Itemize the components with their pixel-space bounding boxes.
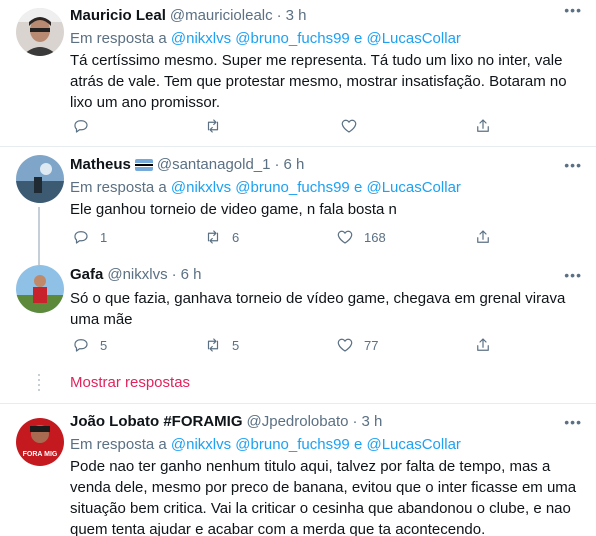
mention-link[interactable]: @LucasCollar [366,30,460,47]
tweet-text: Pode nao ter ganho nenhum titulo aqui, t… [70,458,577,536]
tweet-gafa[interactable]: Gafa @nikxlvs · 6 h Só o que fazia, ganh… [0,265,596,365]
reply-count: 5 [100,337,108,353]
tweet-text: Tá certíssimo mesmo. Super me representa… [70,52,567,111]
tweet-joao[interactable]: FORA MIG João Lobato #FORAMIG @Jpedrolob… [0,404,596,536]
more-icon[interactable]: ••• [564,2,582,18]
avatar[interactable] [16,155,64,203]
like-icon [341,119,357,133]
reply-icon [74,231,88,244]
mention-link[interactable]: @bruno_fuchs99 [235,179,349,196]
avatar[interactable]: FORA MIG [16,418,64,466]
share-icon [477,338,489,351]
like-button[interactable]: 168 [336,227,386,247]
thread-ellipsis-line [38,374,40,394]
mention-conjunction: e [353,30,363,47]
tweet-actions: 1 6 168 [70,227,530,247]
reply-context: Em resposta a @nikxlvs @bruno_fuchs99 e … [70,434,586,456]
mention-link[interactable]: @bruno_fuchs99 [235,436,349,453]
separator-dot: · [276,7,282,24]
like-count: 77 [364,337,379,353]
like-count: 168 [364,229,386,245]
retweet-icon [207,230,219,244]
like-icon [337,338,353,352]
retweet-count: 5 [232,337,240,353]
share-icon [477,230,489,243]
retweet-button[interactable] [204,116,232,136]
retweet-icon [207,119,219,133]
mention-link[interactable]: @LucasCollar [366,179,460,196]
retweet-icon [207,338,219,352]
reply-icon [74,339,88,352]
timestamp[interactable]: 6 h [181,265,202,285]
retweet-button[interactable]: 6 [204,227,239,247]
mention-link[interactable]: @bruno_fuchs99 [235,30,349,47]
separator-dot: · [352,413,358,430]
username[interactable]: @mauriciolealc [170,6,273,26]
tweet-mauricio[interactable]: Mauricio Leal @mauriciolealc · 3 h Em re… [0,0,596,146]
display-name[interactable]: João Lobato #FORAMIG [70,412,243,432]
username[interactable]: @santanagold_1 [157,155,271,175]
username[interactable]: @Jpedrolobato [247,412,349,432]
more-icon[interactable]: ••• [564,414,582,430]
reply-context: Em resposta a @nikxlvs @bruno_fuchs99 e … [70,28,586,50]
reply-prefix: Em resposta a [70,179,167,196]
share-button[interactable] [474,227,492,247]
display-name[interactable]: Matheus [70,155,131,175]
reply-button[interactable]: 1 [72,227,107,247]
thread-line [38,207,40,265]
reply-prefix: Em resposta a [70,436,167,453]
timestamp[interactable]: 3 h [361,412,382,432]
reply-count: 1 [100,229,108,245]
reply-prefix: Em resposta a [70,30,167,47]
like-icon [337,230,353,244]
show-replies-link[interactable]: Mostrar respostas [70,374,190,391]
retweet-count: 6 [232,229,240,245]
reply-button[interactable] [72,116,100,136]
tweet-text: Ele ganhou torneio de video game, n fala… [70,201,397,218]
reply-button[interactable]: 5 [72,335,107,355]
tweet-actions [70,116,530,136]
timestamp[interactable]: 3 h [286,6,307,26]
reply-icon [74,120,88,133]
like-button[interactable]: 77 [336,335,378,355]
more-icon[interactable]: ••• [564,157,582,173]
like-button[interactable] [340,116,368,136]
separator-dot: · [274,156,280,173]
mention-link[interactable]: @nikxlvs [171,179,231,196]
reply-context: Em resposta a @nikxlvs @bruno_fuchs99 e … [70,177,586,199]
mention-link[interactable]: @nikxlvs [171,30,231,47]
avatar-text: FORA MIG [23,451,58,458]
mention-conjunction: e [353,179,363,196]
mention-link[interactable]: @nikxlvs [171,436,231,453]
tweet-matheus[interactable]: Matheus @santanagold_1 · 6 h Em resposta… [0,147,596,265]
avatar[interactable] [16,265,64,313]
share-icon [477,119,489,132]
conversation-timeline: Mauricio Leal @mauriciolealc · 3 h Em re… [0,0,596,536]
display-name[interactable]: Mauricio Leal [70,6,166,26]
tweet-text: Só o que fazia, ganhava torneio de vídeo… [70,290,566,328]
separator-dot: · [171,266,177,283]
avatar[interactable] [16,8,64,56]
share-button[interactable] [474,335,492,355]
timestamp[interactable]: 6 h [284,155,305,175]
username[interactable]: @nikxlvs [107,265,167,285]
mention-link[interactable]: @LucasCollar [366,436,460,453]
mention-conjunction: e [353,436,363,453]
display-name[interactable]: Gafa [70,265,103,285]
share-button[interactable] [474,116,492,136]
flag-icon [134,159,153,171]
more-icon[interactable]: ••• [564,267,582,283]
tweet-actions: 5 5 77 [70,335,530,355]
retweet-button[interactable]: 5 [204,335,239,355]
